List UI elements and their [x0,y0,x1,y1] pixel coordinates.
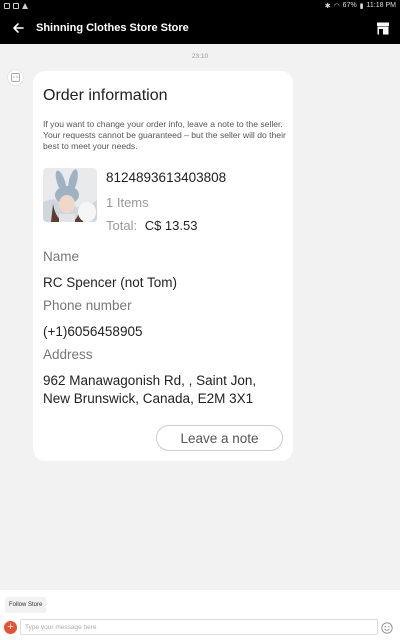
total-value: C$ 13.53 [144,218,198,233]
battery-level: 67% [342,2,357,9]
message-timestamp: 23:10 [191,53,209,60]
notification-icon [4,2,10,9]
store-button[interactable] [374,19,392,37]
page-title: Shinning Clothes Store Store [36,21,189,34]
product-thumbnail[interactable] [43,168,97,222]
phone-label: Phone number [43,298,132,313]
clock: 11:18 PM [366,2,396,9]
app-bar: Shinning Clothes Store Store [0,11,400,44]
wifi-icon: ◠ [333,2,340,10]
name-value: RC Spencer (not Tom) [43,275,178,290]
back-button[interactable] [0,11,36,44]
plus-icon: + [7,621,14,633]
product-image [43,168,97,222]
bottom-bar: Follow Store + Type your message here [0,590,400,640]
store-avatar-icon [11,73,20,82]
store-icon [377,22,389,34]
address-line-2: New Brunswick, Canada, E2M 3X1 [43,391,254,406]
store-avatar[interactable] [7,69,24,86]
add-attachment-button[interactable]: + [4,621,17,634]
emoji-icon [381,622,393,634]
address-line-1: 962 Manawagonish Rd, , Saint Jon, [43,373,257,388]
status-bar: ✱ ◠ 67% ▮ 11:18 PM [0,0,400,11]
bluetooth-icon: ✱ [324,2,331,10]
emoji-button[interactable] [381,621,393,634]
leave-note-button[interactable]: Leave a note [156,425,283,451]
message-input[interactable]: Type your message here [20,619,378,635]
gallery-icon [13,2,19,9]
total-label: Total: [106,218,138,233]
address-label: Address [43,347,93,362]
item-count: 1 Items [106,195,149,210]
phone-value: (+1)6056458905 [43,324,143,339]
back-arrow-icon [13,22,24,33]
order-total: Total: C$ 13.53 [106,218,197,233]
name-label: Name [43,249,80,264]
follow-store-button[interactable]: Follow Store [5,597,47,613]
order-id: 8124893613403808 [106,170,227,185]
battery-icon: ▮ [359,2,364,10]
warning-icon [22,2,28,9]
order-info-card: Order information If you want to change … [33,71,293,461]
card-title: Order information [43,87,168,104]
card-description: If you want to change your order info, l… [43,119,286,151]
